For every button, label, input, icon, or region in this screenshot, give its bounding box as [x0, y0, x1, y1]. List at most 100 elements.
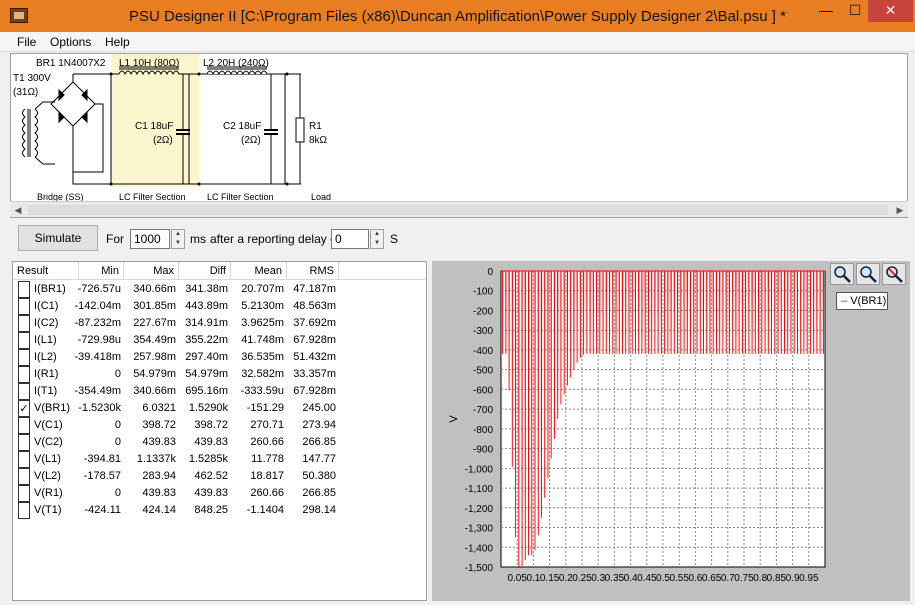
col-min[interactable]: Min [79, 262, 124, 280]
t1-resistance: (31Ω) [13, 87, 38, 98]
min-value: 0 [114, 487, 121, 499]
row-checkbox[interactable] [18, 349, 30, 366]
menu-bar: File Options Help [0, 32, 915, 52]
row-checkbox[interactable] [18, 417, 30, 434]
rms-value: 37.692m [293, 317, 336, 329]
col-result[interactable]: Result [13, 262, 79, 280]
schematic-panel[interactable]: BR1 1N4007X2 L1 10H (80Ω) L2 20H (240Ω) … [10, 53, 908, 218]
mean-value: 20.707m [241, 283, 284, 295]
table-row[interactable]: I(R1) 0 54.979m 54.979m 32.582m 33.357m [13, 366, 426, 383]
min-value: -87.232m [74, 317, 121, 329]
table-row[interactable]: V(L2) -178.57 283.94 462.52 18.817 50.380 [13, 468, 426, 485]
row-checkbox[interactable] [18, 485, 30, 502]
max-value: 227.67m [133, 317, 176, 329]
diff-value: 439.83 [194, 436, 228, 448]
chart-panel: 0 -100 -200 -300 -400 -500 -600 -700 -800 -900 -1,… [432, 261, 910, 601]
x-tick-label: 0.55 [669, 573, 689, 584]
min-value: 0 [114, 419, 121, 431]
rms-value: 48.563m [293, 300, 336, 312]
y-axis-label: V [448, 415, 460, 423]
results-table[interactable]: Result Min Max Diff Mean RMS I(BR1) -726.… [12, 261, 427, 601]
x-tick-label: 0.8 [753, 573, 767, 584]
table-row[interactable]: I(L2) -39.418m 257.98m 297.40m 36.535m 51.432… [13, 349, 426, 366]
row-checkbox[interactable] [18, 298, 30, 315]
table-row[interactable]: I(L1) -729.98u 354.49m 355.22m 41.748m 67.928… [13, 332, 426, 349]
x-tick-label: 0.6 [688, 573, 702, 584]
row-checkbox[interactable] [18, 383, 30, 400]
table-row[interactable]: ✓ V(BR1) -1.5230k 6.0321 1.5290k -151.29 245.0… [13, 400, 426, 417]
scroll-thumb[interactable] [28, 205, 888, 215]
row-checkbox[interactable] [18, 451, 30, 468]
table-row[interactable]: I(C2) -87.232m 227.67m 314.91m 3.9625m 37.692… [13, 315, 426, 332]
spin-down-icon[interactable]: ▼ [371, 239, 383, 248]
row-checkbox[interactable]: ✓ [18, 400, 30, 417]
schematic-scrollbar[interactable]: ◀ ▶ [10, 201, 908, 217]
table-row[interactable]: V(T1) -424.11 424.14 848.25 -1.1404 298.14 [13, 502, 426, 519]
transformer-symbol [22, 101, 55, 165]
table-row[interactable]: V(C2) 0 439.83 439.83 260.66 266.85 [13, 434, 426, 451]
row-checkbox[interactable] [18, 366, 30, 383]
col-mean[interactable]: Mean [231, 262, 287, 280]
x-tick-label: 0.05 [507, 573, 527, 584]
waveform-chart[interactable]: 0 -100 -200 -300 -400 -500 -600 -700 -800 -900 -1,… [432, 261, 910, 601]
row-checkbox[interactable] [18, 332, 30, 349]
mean-value: 18.817 [250, 470, 284, 482]
diff-value: 1.5290k [188, 402, 228, 414]
diff-value: 341.38m [185, 283, 228, 295]
maximize-button[interactable]: ☐ [841, 0, 869, 22]
mean-value: 32.582m [241, 368, 284, 380]
x-tick-label: 0.95 [799, 573, 819, 584]
duration-input[interactable]: 1000 [130, 229, 170, 249]
delay-spinner[interactable]: ▲ ▼ [370, 229, 384, 249]
mean-value: 260.66 [250, 436, 284, 448]
row-checkbox[interactable] [18, 315, 30, 332]
minimize-button[interactable]: — [812, 0, 840, 22]
table-row[interactable]: V(R1) 0 439.83 439.83 260.66 266.85 [13, 485, 426, 502]
y-tick-label: -400 [473, 346, 493, 357]
table-row[interactable]: V(L1) -394.81 1.1337k 1.5285k 11.778 147.77 [13, 451, 426, 468]
spin-up-icon[interactable]: ▲ [371, 230, 383, 239]
y-tick-label: -100 [473, 287, 493, 298]
menu-file[interactable]: File [17, 35, 36, 49]
menu-options[interactable]: Options [50, 35, 91, 49]
table-row[interactable]: V(C1) 0 398.72 398.72 270.71 273.94 [13, 417, 426, 434]
min-value: -142.04m [74, 300, 121, 312]
row-checkbox[interactable] [18, 468, 30, 485]
row-checkbox[interactable] [18, 281, 30, 298]
x-tick-label: 0.5 [656, 573, 670, 584]
table-row[interactable]: I(T1) -354.49m 340.66m 695.16m -333.59u 67.92… [13, 383, 426, 400]
table-row[interactable]: I(BR1) -726.57u 340.66m 341.38m 20.707m 47.18… [13, 281, 426, 298]
rms-value: 245.00 [302, 402, 336, 414]
diff-value: 314.91m [185, 317, 228, 329]
close-button[interactable]: ✕ [868, 0, 913, 22]
zoom-out-button[interactable] [856, 263, 880, 285]
row-checkbox[interactable] [18, 502, 30, 519]
menu-help[interactable]: Help [105, 35, 130, 49]
rms-value: 147.77 [302, 453, 336, 465]
rms-value: 50.380 [302, 470, 336, 482]
col-max[interactable]: Max [124, 262, 179, 280]
delay-input[interactable]: 0 [331, 229, 369, 249]
duration-spinner[interactable]: ▲ ▼ [171, 229, 185, 249]
col-rms[interactable]: RMS [287, 262, 339, 280]
col-diff[interactable]: Diff [179, 262, 231, 280]
spin-up-icon[interactable]: ▲ [172, 230, 184, 239]
x-tick-label: 0.45 [637, 573, 657, 584]
r1-value: 8kΩ [309, 135, 328, 146]
diff-value: 297.40m [185, 351, 228, 363]
zoom-reset-button[interactable] [882, 263, 906, 285]
spin-down-icon[interactable]: ▼ [172, 239, 184, 248]
y-tick-label: -200 [473, 306, 493, 317]
x-tick-label: 0.9 [786, 573, 800, 584]
scroll-right-icon[interactable]: ▶ [892, 202, 908, 218]
zoom-in-button[interactable] [830, 263, 854, 285]
max-value: 340.66m [133, 283, 176, 295]
simulate-button[interactable]: Simulate [18, 225, 98, 251]
diff-value: 398.72 [194, 419, 228, 431]
diff-value: 848.25 [194, 504, 228, 516]
c2-symbol [264, 74, 286, 184]
c2-label: C2 18uF [223, 121, 261, 132]
row-checkbox[interactable] [18, 434, 30, 451]
table-row[interactable]: I(C1) -142.04m 301.85m 443.89m 5.2130m 48.563… [13, 298, 426, 315]
scroll-left-icon[interactable]: ◀ [10, 202, 26, 218]
